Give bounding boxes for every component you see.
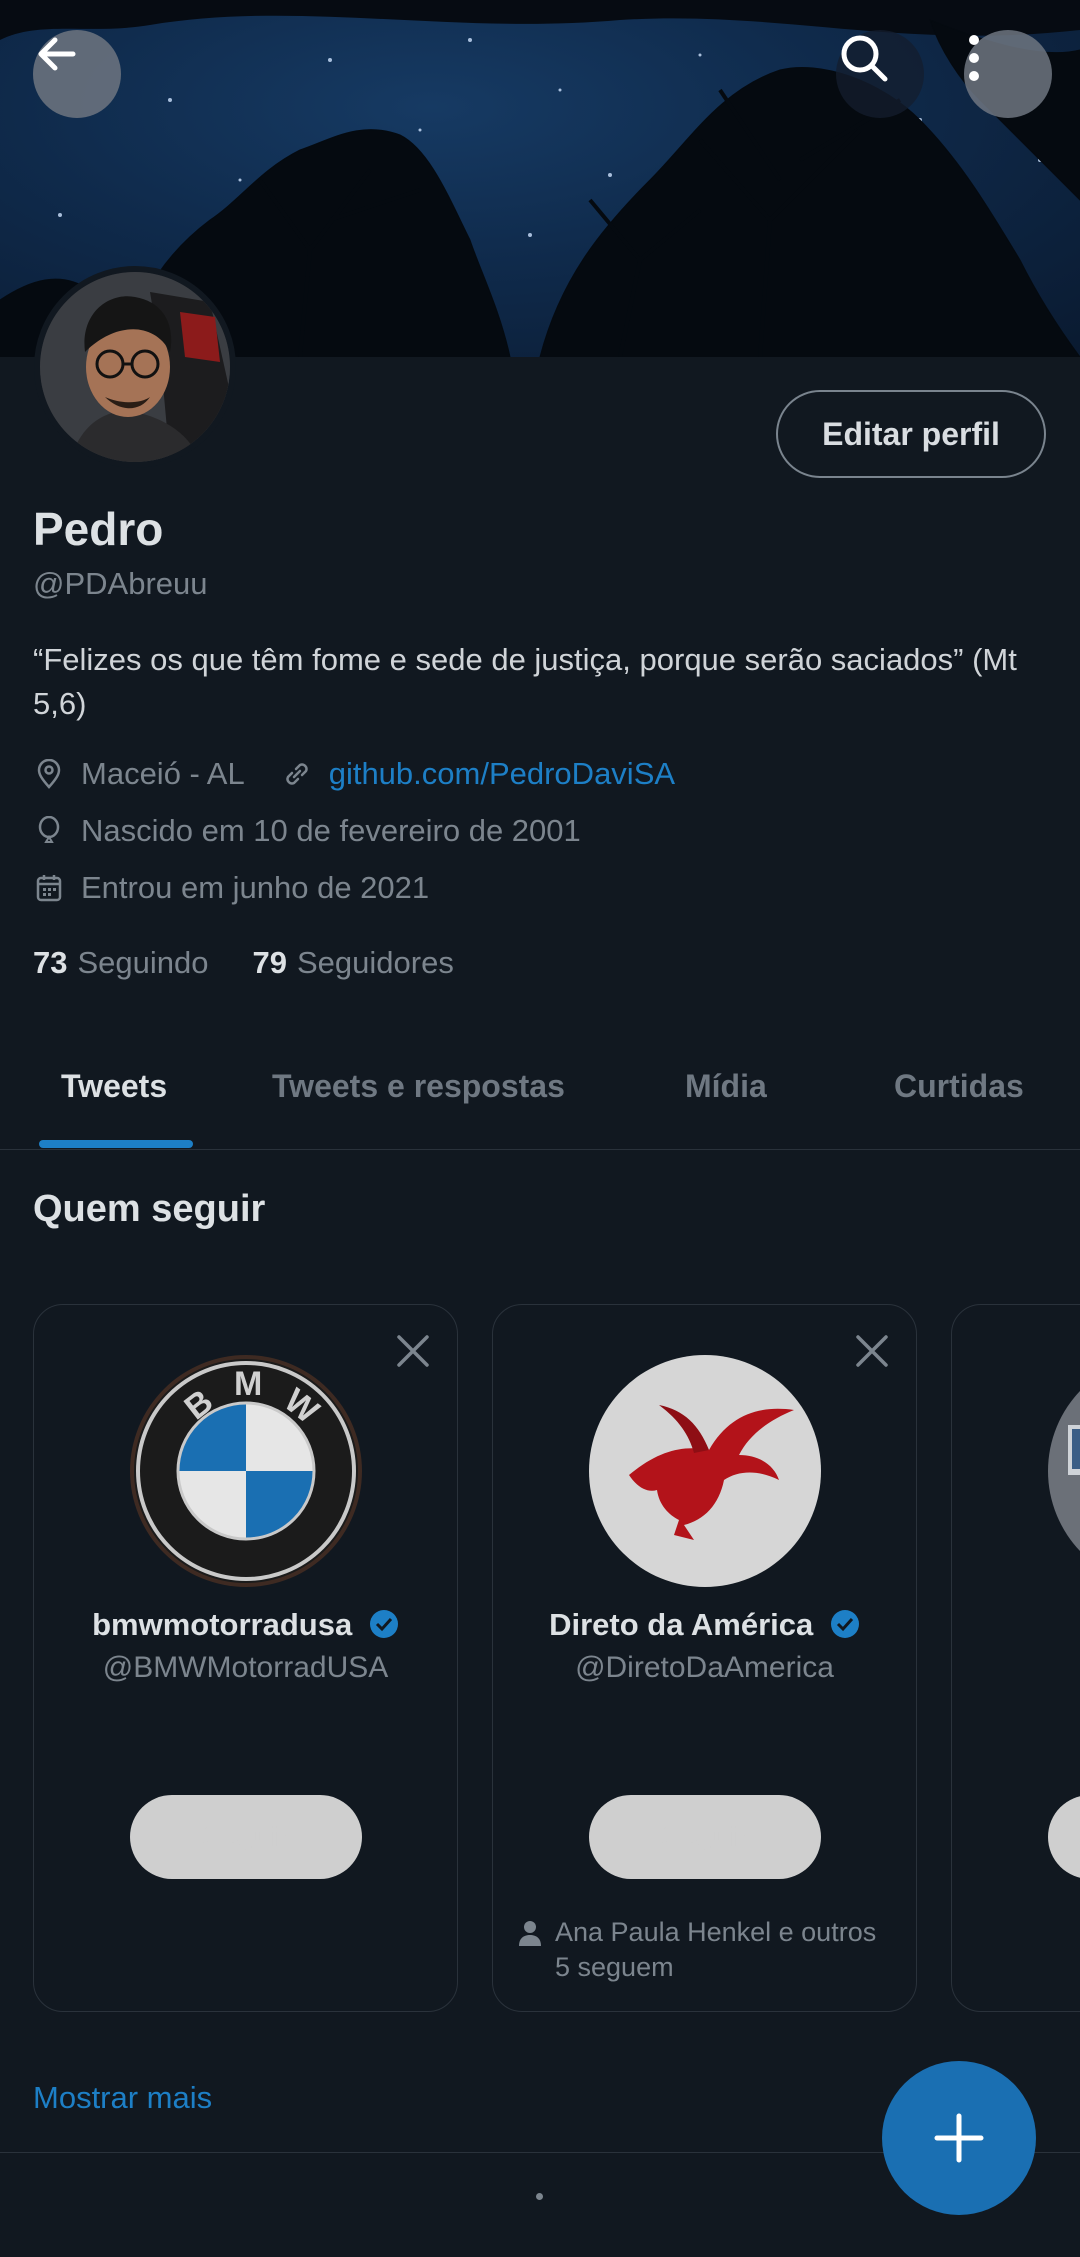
suggestion-card[interactable]: B M W bmwmotorradusa @BMWMotorradUSA Seg… [33,1304,458,2012]
tab-tweets-and-replies[interactable]: Tweets e respostas [272,1068,565,1105]
suggestion-card[interactable]: Direto da América @DiretoDaAmerica Segui… [492,1304,917,2012]
eagle-logo-avatar[interactable] [589,1355,821,1587]
mutual-followers: Ana Paula Henkel e outros 5 seguem [517,1915,897,1985]
svg-text:M: M [234,1365,262,1403]
more-options-button[interactable] [964,30,1052,118]
who-to-follow-title: Quem seguir [33,1188,266,1230]
mutual-followers-text: Ana Paula Henkel e outros 5 seguem [555,1917,877,1982]
location-row: Maceió - AL github.com/PedroDaviSA [33,756,675,792]
close-icon[interactable] [395,1333,431,1369]
close-icon[interactable] [854,1333,890,1369]
tab-likes[interactable]: Curtidas [894,1068,1024,1105]
follow-stats: 73 Seguindo 79 Seguidores [33,945,454,981]
birthday-text: Nascido em 10 de fevereiro de 2001 [81,813,581,848]
profile-name: Pedro [33,503,164,555]
avatar-photo [40,272,230,462]
location-pin-icon [33,758,65,790]
more-vertical-icon [969,35,979,81]
search-button[interactable] [836,30,924,118]
suggestion-name: Direto da América [493,1607,916,1643]
suggestion-name: bmwmotorradusa [34,1607,457,1643]
arrow-left-icon [38,37,76,71]
suggestion-handle: @DiretoDaAmerica [575,1651,834,1684]
balloon-icon [33,815,65,847]
bmw-logo-avatar[interactable]: B M W [130,1355,362,1587]
birthday-row: Nascido em 10 de fevereiro de 2001 [33,813,581,849]
tab-media[interactable]: Mídia [685,1068,767,1105]
suggestion-name-text: Direto da América [549,1607,814,1642]
follow-button[interactable]: Seguir [589,1795,821,1879]
profile-avatar[interactable] [34,266,236,468]
suggestion-avatar[interactable] [1048,1355,1080,1587]
joined-text: Entrou em junho de 2021 [81,870,430,905]
profile-bio: “Felizes os que têm fome e sede de justi… [33,642,1017,721]
link-icon [281,758,313,790]
verified-badge-icon [369,1610,398,1638]
search-icon [841,35,888,82]
followers-link[interactable]: 79 Seguidores [253,945,454,981]
verified-badge-icon [830,1610,859,1638]
show-more-link[interactable]: Mostrar mais [33,2080,212,2116]
tab-tweets[interactable]: Tweets [61,1068,167,1105]
joined-row: Entrou em junho de 2021 [33,870,429,906]
calendar-icon [33,872,65,904]
suggestion-card[interactable] [951,1304,1080,2012]
location-text: Maceió - AL [81,756,245,791]
active-tab-indicator [39,1140,193,1148]
profile-handle: @PDAbreuu [33,566,208,601]
follow-button[interactable]: Seguir [130,1795,362,1879]
suggestion-name-text: bmwmotorradusa [92,1607,353,1642]
followers-label: Seguidores [296,945,454,980]
person-icon [517,1915,543,1985]
plus-icon [934,2113,984,2163]
profile-page: Editar perfil Pedro @PDAbreuu “Felizes o… [0,0,1080,2257]
followers-count: 79 [252,945,287,980]
following-label: Seguindo [77,945,209,980]
edit-profile-button[interactable]: Editar perfil [776,390,1046,478]
back-button[interactable] [33,30,121,118]
suggestion-handle: @BMWMotorradUSA [102,1651,389,1684]
compose-tweet-button[interactable] [882,2061,1036,2215]
following-count: 73 [33,945,68,980]
scroll-indicator-dot [536,2193,543,2200]
follow-button[interactable] [1048,1795,1080,1879]
profile-tabs: Tweets Tweets e respostas Mídia Curtidas [0,1040,1080,1150]
profile-website-link[interactable]: github.com/PedroDaviSA [329,756,675,792]
following-link[interactable]: 73 Seguindo [33,945,209,981]
